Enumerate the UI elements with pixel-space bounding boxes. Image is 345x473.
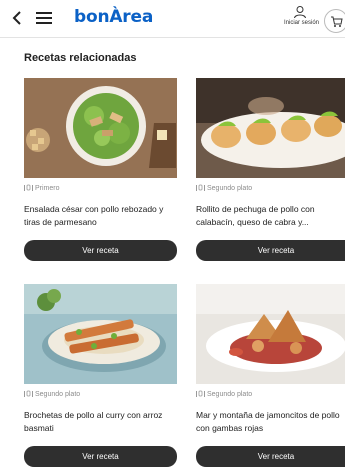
- recipe-meta: Segundo plato: [196, 184, 252, 192]
- bonarea-logo[interactable]: bonÀrea: [74, 7, 153, 27]
- plate-icon: [24, 184, 33, 191]
- recipe-title[interactable]: Mar y montaña de jamoncitos de pollo con…: [196, 409, 345, 434]
- recipe-title[interactable]: Rollito de pechuga de pollo con calabací…: [196, 203, 345, 228]
- view-recipe-button[interactable]: Ver receta: [24, 240, 177, 261]
- plate-icon: [196, 184, 205, 191]
- recipe-title[interactable]: Ensalada césar con pollo rebozado y tira…: [24, 203, 180, 228]
- cart-icon: [331, 16, 343, 27]
- chevron-left-icon[interactable]: [10, 9, 24, 27]
- account-label: Iniciar sesión: [284, 20, 320, 26]
- plate-icon: [24, 390, 33, 397]
- view-recipe-button[interactable]: Ver receta: [24, 446, 177, 467]
- cart-button[interactable]: [324, 9, 345, 33]
- recipe-image-curry-skewers[interactable]: [24, 284, 177, 384]
- recipe-image-chicken-rolls[interactable]: [196, 78, 345, 178]
- recipe-title[interactable]: Brochetas de pollo al curry con arroz ba…: [24, 409, 180, 434]
- top-bar: bonÀrea Iniciar sesión: [0, 0, 345, 38]
- hamburger-menu-icon[interactable]: [36, 11, 52, 25]
- section-title: Recetas relacionadas: [24, 52, 137, 64]
- recipe-image-caesar-salad[interactable]: [24, 78, 177, 178]
- recipe-meta: Segundo plato: [196, 390, 252, 398]
- account-button[interactable]: Iniciar sesión: [284, 5, 320, 33]
- recipe-meta: Segundo plato: [24, 390, 80, 398]
- view-recipe-button[interactable]: Ver receta: [196, 446, 345, 467]
- plate-icon: [196, 390, 205, 397]
- view-recipe-button[interactable]: Ver receta: [196, 240, 345, 261]
- recipe-image-surf-and-turf[interactable]: [196, 284, 345, 384]
- recipe-meta: Primero: [24, 184, 60, 192]
- user-icon: [294, 6, 306, 19]
